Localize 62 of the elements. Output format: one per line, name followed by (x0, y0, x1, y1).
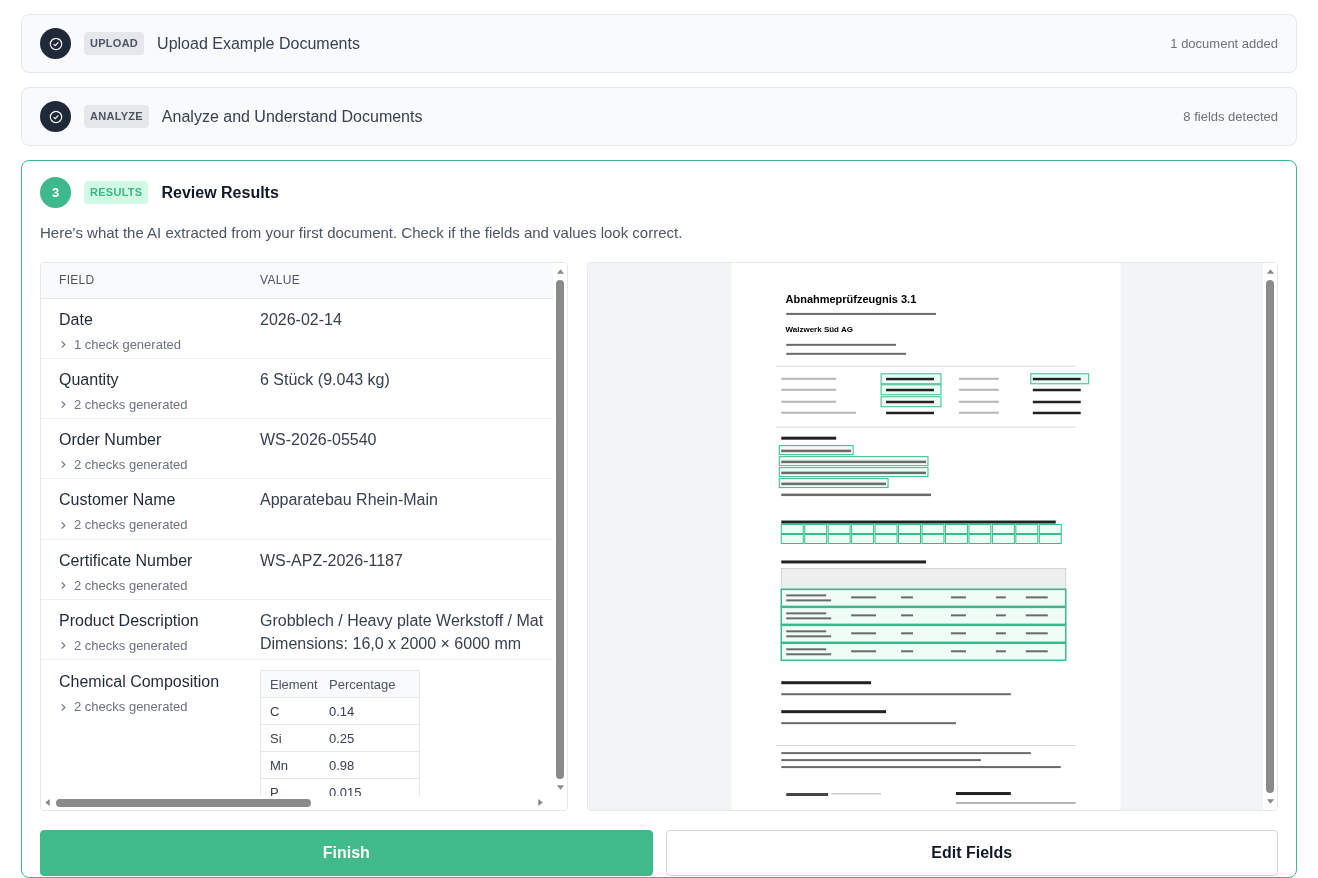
chevron-right-icon (59, 400, 68, 410)
step-summary: 1 document added (1170, 34, 1278, 53)
field-name: Chemical Composition (59, 672, 221, 693)
chevron-right-icon (59, 702, 68, 712)
chevron-right-icon (59, 520, 68, 530)
checks-toggle[interactable]: 2 checks generated (59, 636, 188, 656)
table-cell-text: 0.98 (329, 756, 355, 775)
scroll-down-icon[interactable] (1265, 796, 1275, 806)
field-name: Certificate Number (59, 550, 194, 571)
scroll-up-icon[interactable] (1265, 266, 1275, 276)
check-circle-icon (48, 109, 63, 124)
field-name: Date (59, 309, 94, 330)
table-cell-text: 0.25 (329, 729, 355, 748)
field-value: 6 Stück (9.043 kg) (260, 369, 390, 390)
step-indicator: 3 (40, 177, 71, 208)
table-cell-text: Si (269, 729, 283, 748)
column-header: FIELD (58, 272, 96, 289)
chevron-right-icon (59, 580, 68, 590)
table-cell-text: 0.14 (329, 702, 355, 721)
scroll-left-icon[interactable] (43, 798, 52, 807)
scrollbar-thumb[interactable] (56, 798, 311, 807)
step-summary: 8 fields detected (1183, 107, 1278, 126)
edit-fields-button[interactable]: Edit Fields (665, 829, 1278, 876)
field-value: WS-2026-05540 (260, 430, 377, 451)
check-circle-icon (48, 36, 63, 51)
company-name: Walzwerk Süd AG (785, 325, 854, 336)
step-tag: UPLOAD (84, 32, 145, 55)
checks-toggle[interactable]: 2 checks generated (59, 575, 188, 596)
field-name: Order Number (59, 430, 163, 451)
checks-toggle[interactable]: 2 checks generated (59, 455, 188, 475)
step-title: Analyze and Understand Documents (161, 106, 423, 127)
step-tag: RESULTS (84, 181, 149, 204)
scrollbar-thumb[interactable] (1266, 279, 1274, 793)
chevron-right-icon (59, 460, 68, 470)
field-name: Quantity (59, 369, 120, 390)
scroll-up-icon[interactable] (555, 266, 565, 276)
scrollbar-thumb[interactable] (556, 279, 564, 779)
checks-toggle[interactable]: 2 checks generated (59, 515, 188, 535)
field-value: WS-APZ-2026-1187 (260, 550, 403, 571)
scroll-down-icon[interactable] (555, 782, 565, 792)
field-value: Dimensions: 16,0 x 2000 × 6000 mm (260, 634, 523, 654)
doc-title: Abnahmeprüfzeugnis 3.1 (785, 292, 917, 307)
column-header: VALUE (260, 272, 300, 289)
table-header: Element (269, 675, 319, 694)
checks-toggle[interactable]: 1 check generated (59, 334, 181, 354)
step-description: Here's what the AI extracted from your first document. Check if the fields and values look correct. (40, 223, 684, 243)
field-name: Product Description (59, 611, 200, 631)
step-title: Upload Example Documents (157, 33, 360, 54)
field-value: Apparatebau Rhein-Main (260, 490, 438, 511)
chevron-right-icon (59, 641, 68, 651)
step-tag: ANALYZE (84, 105, 149, 128)
chevron-right-icon (59, 339, 68, 349)
field-name: Customer Name (59, 490, 177, 511)
step-title: Review Results (161, 182, 279, 203)
table-header: Percentage (329, 675, 396, 694)
table-cell-text: Mn (269, 756, 290, 775)
field-value: 2026-02-14 (260, 309, 342, 330)
checks-toggle[interactable]: 2 checks generated (59, 697, 188, 717)
scroll-right-icon[interactable] (536, 798, 545, 807)
table-cell-text: C (269, 702, 281, 721)
field-value: Grobblech / Heavy plate Werkstoff / Mat (260, 611, 544, 631)
checks-toggle[interactable]: 2 checks generated (59, 394, 188, 415)
